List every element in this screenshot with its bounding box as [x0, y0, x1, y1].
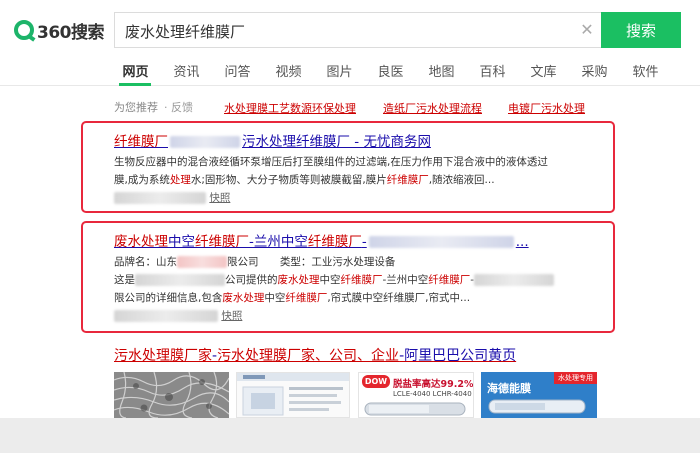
redacted-text	[177, 256, 227, 268]
product-thumbnail-4[interactable]: 水处理专用 海德能膜	[481, 372, 597, 418]
product-thumbnail-3[interactable]: DOW 脱盐率高达99.2% LCLE-4040 LCHR-4040	[358, 372, 474, 418]
result-1-snippet-line-1: 生物反应器中的混合液经循环泵增压后打至膜组件的过滤端,在压力作用下混合液中的液体…	[114, 156, 548, 168]
result-1-snippet-line-2: 膜,成为系统处理水;固形物、大分子物质等则被膜截留,膜片纤维膜厂,随浓缩液回..…	[114, 174, 495, 186]
thumbnail-4-title: 海德能膜	[487, 382, 531, 395]
search-box: ✕	[114, 12, 601, 48]
logo-text: 360搜索	[37, 22, 105, 43]
logo-icon	[14, 20, 34, 40]
search-button[interactable]: 搜索	[601, 12, 681, 48]
redacted-text	[170, 136, 240, 148]
dow-logo: DOW	[362, 375, 390, 388]
logo[interactable]: 360搜索	[14, 18, 105, 43]
redacted-url	[114, 192, 206, 204]
recommend-row: 为您推荐 · 反馈	[114, 99, 193, 115]
membrane-texture-image	[114, 372, 229, 418]
search-input[interactable]	[125, 20, 565, 42]
thumbnail-4-tag: 水处理专用	[554, 372, 597, 384]
result-2-title[interactable]: 废水处理中空纤维膜厂-兰州中空纤维膜厂-...	[114, 230, 554, 250]
thumbnail-3-models: LCLE-4040 LCHR-4040	[393, 390, 472, 398]
aliba-result-title[interactable]: 污水处理膜厂家-污水处理膜厂家、公司、企业-阿里巴巴公司黄页	[114, 345, 516, 365]
result-1-title[interactable]: 纤维膜厂 污水处理纤维膜厂 - 无忧商务网	[114, 130, 548, 150]
feedback-link[interactable]: · 反馈	[164, 99, 193, 115]
redacted-url	[114, 310, 218, 322]
nav-divider	[0, 85, 700, 86]
active-tab-indicator	[119, 83, 151, 86]
snapshot-link[interactable]: 快照	[221, 310, 242, 322]
membrane-cylinder-image	[488, 399, 586, 414]
result-2-url-row: 快照	[114, 307, 554, 325]
redacted-text	[135, 274, 225, 286]
result-1: 纤维膜厂 污水处理纤维膜厂 - 无忧商务网 生物反应器中的混合液经循环泵增压后打至…	[114, 130, 548, 207]
recommend-link-2[interactable]: 造纸厂污水处理流程	[383, 100, 482, 116]
bottom-bar	[0, 418, 700, 453]
header: 360搜索 ✕ 搜索	[0, 0, 700, 58]
product-thumbnail-1[interactable]	[114, 372, 229, 418]
redacted-text	[474, 274, 555, 286]
product-thumbnail-2[interactable]	[236, 372, 350, 418]
result-2-snippet-line-1: 这是 公司提供的废水处理中空纤维膜厂-兰州中空纤维膜厂-	[114, 271, 555, 289]
product-sheet-image	[237, 373, 349, 416]
redacted-text	[368, 236, 514, 248]
result-2: 废水处理中空纤维膜厂-兰州中空纤维膜厂-... 品牌名：山东 限公司 类型：工业污…	[114, 230, 555, 325]
snapshot-link[interactable]: 快照	[209, 192, 230, 204]
result-2-meta: 品牌名：山东 限公司 类型：工业污水处理设备	[114, 256, 396, 268]
result-2-snippet-line-2: 限公司的详细信息,包含废水处理中空纤维膜厂,帘式膜中空纤维膜厂,帘式中...	[114, 292, 471, 304]
result-1-url-row: 快照	[114, 189, 548, 207]
membrane-cylinder-image	[364, 402, 466, 416]
recommend-link-1[interactable]: 水处理膜工艺数源环保处理	[224, 100, 356, 116]
recommend-label: 为您推荐	[114, 101, 158, 114]
clear-icon[interactable]: ✕	[578, 20, 596, 40]
search-results-page: 360搜索 ✕ 搜索 网页 资讯 问答 视频 图片 良医 地图 百科 文库 采购…	[0, 0, 700, 453]
recommend-link-3[interactable]: 电镀厂污水处理	[508, 100, 585, 116]
thumbnail-3-headline: 脱盐率高达99.2%	[393, 379, 474, 390]
